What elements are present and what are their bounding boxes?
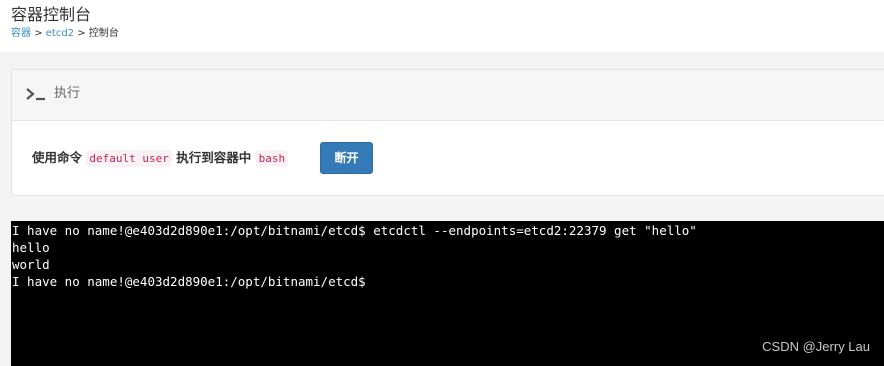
command-middle: 执行到容器中 [176,150,252,165]
breadcrumb-link-etcd2[interactable]: etcd2 [46,28,74,39]
terminal-line: world [12,257,50,272]
command-prefix: 使用命令 [32,150,83,165]
breadcrumb-link-containers[interactable]: 容器 [11,28,31,39]
page-title: 容器控制台 [11,5,92,24]
disconnect-button[interactable]: 断开 [320,142,373,174]
terminal-line: I have no name!@e403d2d890e1:/opt/bitnam… [12,223,697,238]
breadcrumb-separator: > [77,28,86,39]
terminal-icon [26,88,45,101]
user-code: default user [86,150,172,167]
breadcrumb: 容器 > etcd2 > 控制台 [11,28,119,40]
page-header: 容器控制台 容器 > etcd2 > 控制台 [0,0,884,52]
command-description: 使用命令 default user 执行到容器中 bash [32,149,289,168]
shell-code: bash [255,150,289,167]
watermark: CSDN @Jerry Lau [762,339,870,354]
panel-heading: 执行 [12,70,884,121]
terminal-line: I have no name!@e403d2d890e1:/opt/bitnam… [12,274,366,289]
panel-title: 执行 [54,86,81,101]
panel-body: 使用命令 default user 执行到容器中 bash 断开 [12,121,884,196]
exec-panel: 执行 使用命令 default user 执行到容器中 bash 断开 [11,69,884,196]
terminal[interactable]: I have no name!@e403d2d890e1:/opt/bitnam… [11,221,884,366]
breadcrumb-current: 控制台 [88,28,119,39]
terminal-line: hello [12,240,50,255]
terminal-output: I have no name!@e403d2d890e1:/opt/bitnam… [11,222,697,290]
breadcrumb-separator: > [34,28,43,39]
